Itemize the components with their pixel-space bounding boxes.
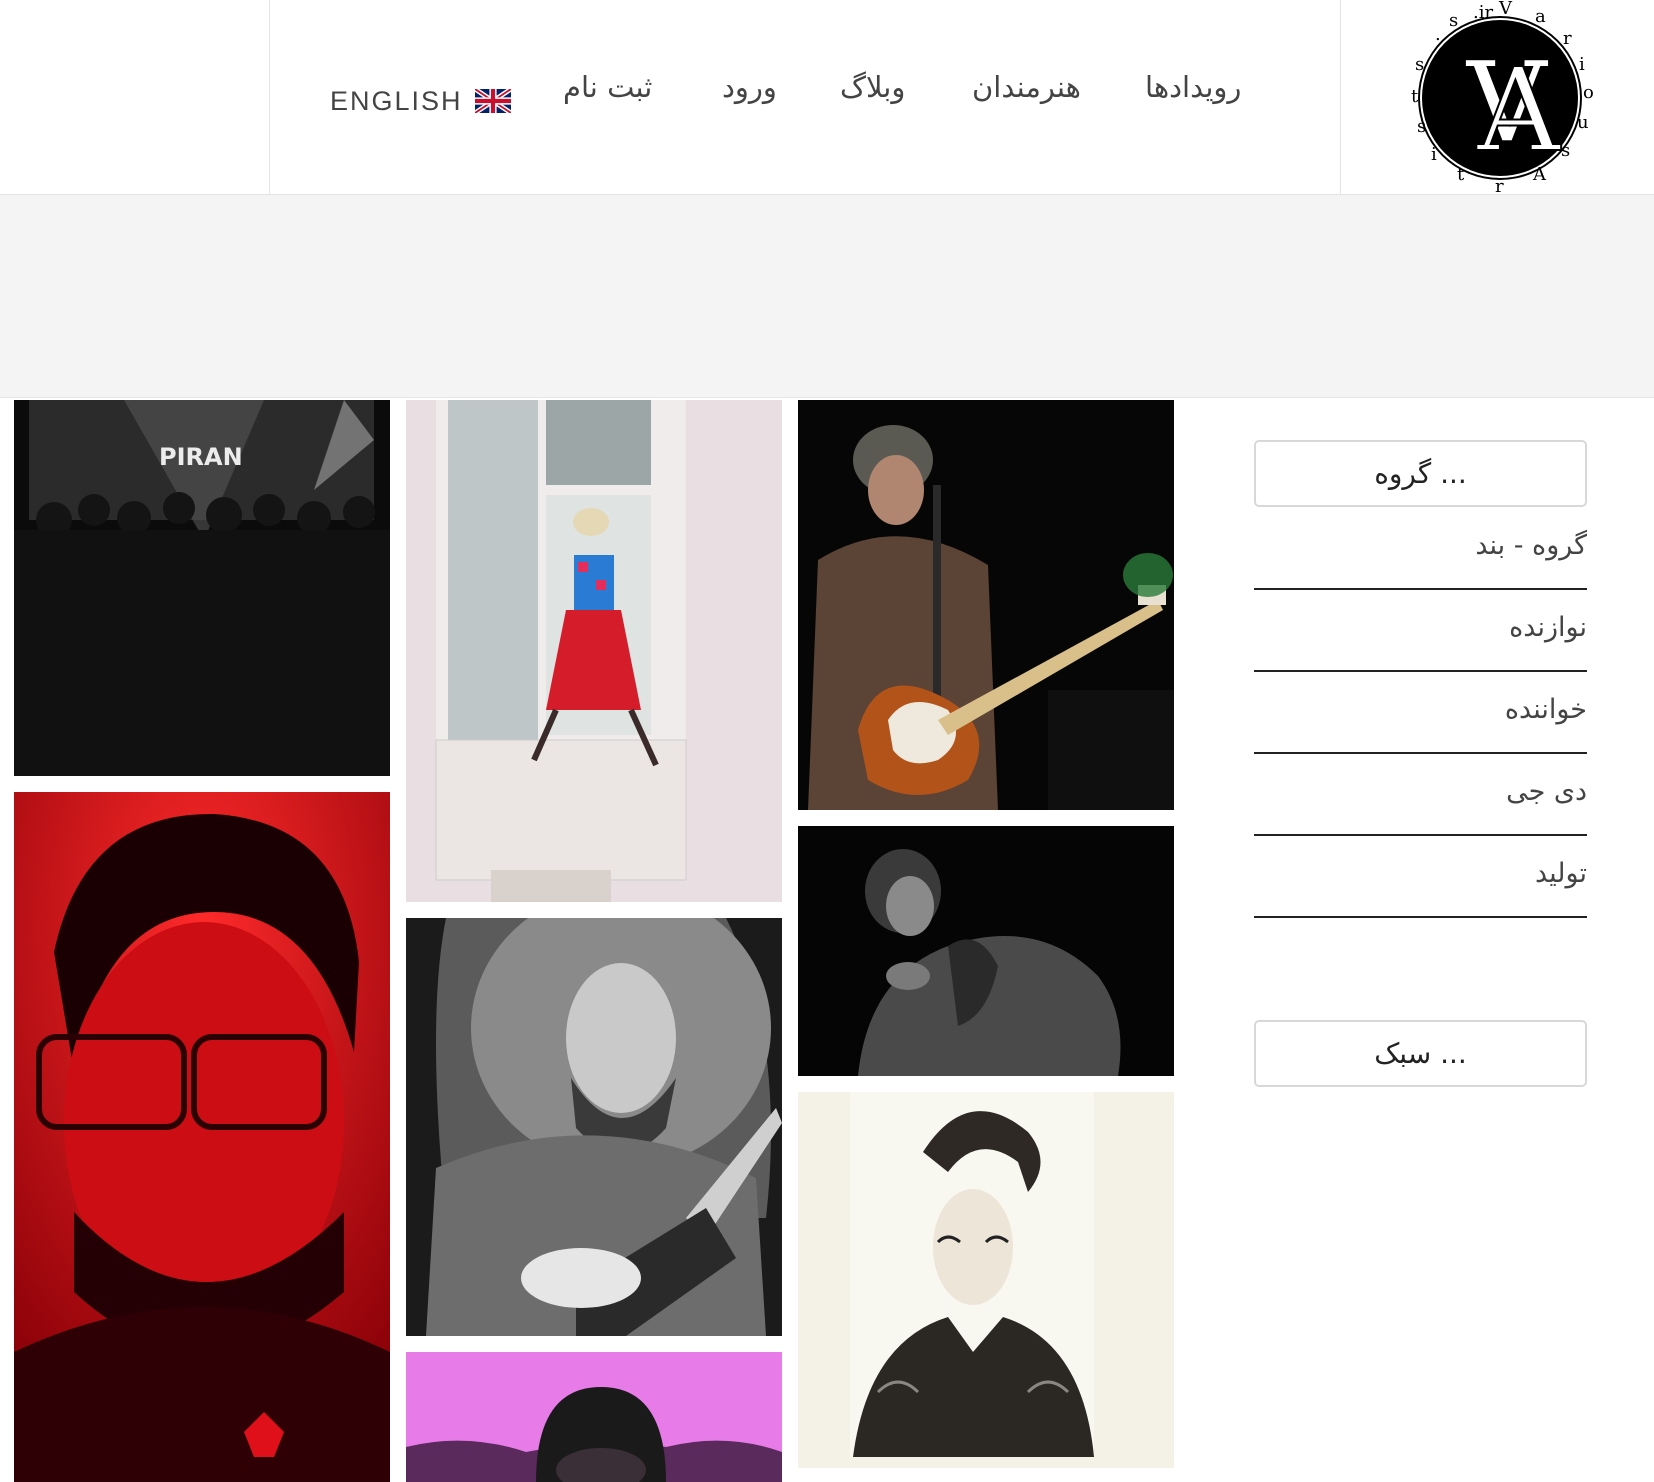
piran-sign-text: PIRAN: [159, 443, 243, 471]
nav-blog[interactable]: وبلاگ: [840, 70, 905, 120]
svg-text:s: s: [1417, 116, 1426, 137]
svg-text:s: s: [1561, 140, 1570, 161]
header-divider: [269, 0, 270, 195]
english-label: ENGLISH: [330, 85, 463, 116]
svg-text:r: r: [1495, 176, 1504, 195]
svg-text:t: t: [1411, 86, 1419, 107]
artist-tile-piran-concert[interactable]: PIRAN: [14, 400, 390, 776]
svg-text:u: u: [1577, 112, 1589, 133]
page-banner: [0, 195, 1654, 398]
svg-text:i: i: [1431, 144, 1437, 165]
group-filter-dropdown[interactable]: گروه ...: [1254, 440, 1587, 507]
header-divider: [1340, 0, 1341, 195]
category-instrumentalist[interactable]: نوازنده: [1254, 590, 1587, 672]
svg-text:.ir: .ir: [1473, 2, 1493, 23]
category-singer[interactable]: خواننده: [1254, 672, 1587, 754]
artist-tile-guitarist-singer[interactable]: [798, 400, 1174, 810]
language-switch-english[interactable]: ENGLISH: [330, 76, 512, 126]
svg-text:t: t: [1457, 164, 1465, 185]
artist-tile-curly-guitarist[interactable]: [406, 918, 782, 1336]
category-dj[interactable]: دی جی: [1254, 754, 1587, 836]
artist-tile-pink-beanie[interactable]: [406, 1352, 782, 1482]
svg-text:A: A: [1476, 44, 1562, 178]
svg-text:.: .: [1435, 24, 1441, 45]
artist-tile-red-portrait[interactable]: [14, 792, 390, 1482]
svg-text:s: s: [1449, 10, 1458, 31]
nav-events[interactable]: رویدادها: [1145, 70, 1241, 120]
category-group-band[interactable]: گروه - بند: [1254, 508, 1587, 590]
svg-text:s: s: [1415, 54, 1424, 75]
style-filter-dropdown[interactable]: سبک ...: [1254, 1020, 1587, 1087]
nav-register[interactable]: ثبت نام: [563, 70, 652, 120]
svg-text:r: r: [1563, 28, 1572, 49]
svg-text:a: a: [1535, 6, 1546, 27]
site-header: V A Var iou sAr tis ts. s .ir رویدادها هن…: [0, 0, 1654, 197]
artist-tile-woman-portrait[interactable]: [798, 1092, 1174, 1468]
artist-tile-man-in-jacket[interactable]: [798, 826, 1174, 1076]
svg-text:o: o: [1583, 82, 1594, 103]
nav-login[interactable]: ورود: [722, 70, 777, 120]
svg-text:V: V: [1498, 0, 1513, 19]
nav-artists[interactable]: هنرمندان: [972, 70, 1081, 120]
category-production[interactable]: تولید: [1254, 836, 1587, 918]
site-logo[interactable]: V A Var iou sAr tis ts. s .ir: [1395, 0, 1605, 197]
artist-tile-woman-in-doorway[interactable]: [406, 400, 782, 902]
svg-text:i: i: [1579, 54, 1585, 75]
svg-text:A: A: [1532, 164, 1547, 185]
uk-flag-icon: [473, 87, 512, 115]
